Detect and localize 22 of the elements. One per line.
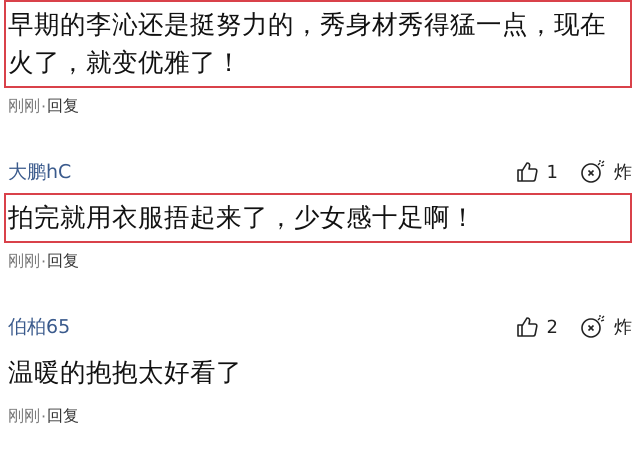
thumbs-up-icon[interactable] <box>514 160 539 184</box>
comment-text: 温暖的抱抱太好看了 <box>7 357 243 390</box>
separator-dot: · <box>41 407 46 426</box>
author-name[interactable]: 伯柏65 <box>8 314 70 340</box>
comment-text: 拍完就用衣服捂起来了，少女感十足啊！ <box>4 193 632 243</box>
thumbs-up-icon[interactable] <box>514 315 539 339</box>
bomb-label: 炸 <box>614 161 632 184</box>
like-count: 1 <box>546 162 558 182</box>
bomb-icon[interactable] <box>580 159 606 185</box>
comment-time: 刚刚 <box>8 96 40 117</box>
comment-text: 早期的李沁还是挺努力的，秀身材秀得猛一点，现在火了，就变优雅了！ <box>4 0 632 88</box>
bomb-label: 炸 <box>614 316 632 339</box>
like-count: 2 <box>546 316 558 338</box>
separator-dot: · <box>41 252 46 271</box>
reply-link[interactable]: 回复 <box>47 251 80 272</box>
comment-time: 刚刚 <box>8 251 40 272</box>
bomb-icon[interactable] <box>580 314 606 340</box>
comment-time: 刚刚 <box>8 406 40 427</box>
reply-link[interactable]: 回复 <box>47 406 80 427</box>
author-name[interactable]: 大鹏hC <box>8 159 72 185</box>
reply-link[interactable]: 回复 <box>47 96 80 117</box>
separator-dot: · <box>41 97 46 116</box>
